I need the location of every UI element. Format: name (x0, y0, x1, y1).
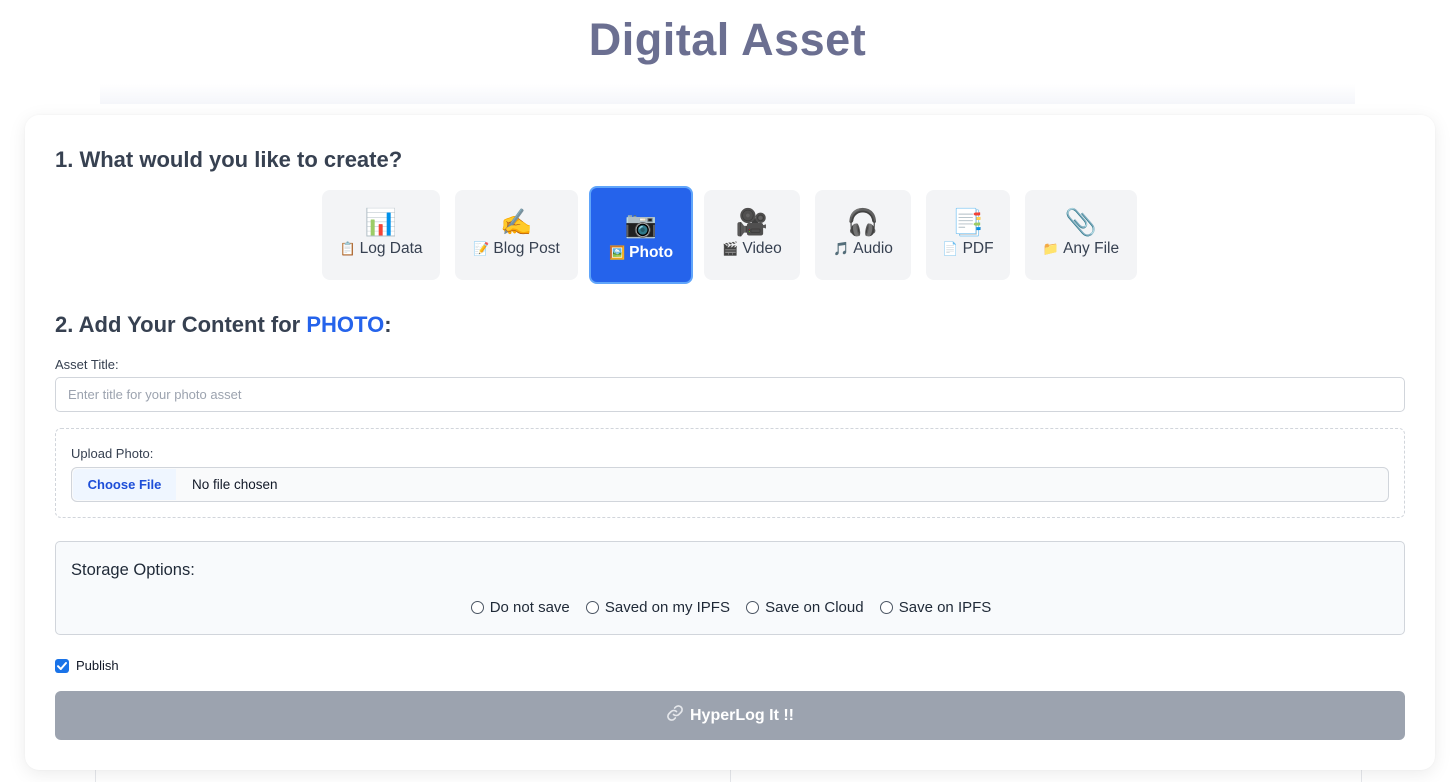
type-button-any-file[interactable]: 📎 📁 Any File (1025, 190, 1137, 280)
clapper-board-icon: 🎬 (722, 241, 739, 256)
choose-file-button[interactable]: Choose File (73, 469, 176, 500)
publish-checkbox[interactable] (55, 659, 69, 673)
radio-do-not-save[interactable]: Do not save (470, 598, 570, 616)
paperclip-icon: 📎 (1064, 207, 1098, 237)
file-input[interactable]: Choose File No file chosen (71, 467, 1389, 502)
type-label-row: 📋 Log Data (322, 240, 440, 258)
radio-label: Saved on my IPFS (604, 598, 730, 616)
publish-option[interactable]: Publish (55, 658, 119, 673)
memo-icon: 📝 (473, 241, 490, 256)
type-label-row: 📝 Blog Post (455, 240, 578, 258)
type-label-row: 🖼️ Photo (591, 244, 691, 262)
step2-heading-suffix: : (384, 312, 392, 337)
page-icon: 📄 (942, 241, 959, 256)
type-button-log-data[interactable]: 📊 📋 Log Data (322, 190, 440, 280)
step2-heading-prefix: 2. Add Your Content for (55, 312, 307, 337)
storage-options-panel: Storage Options: Do not save Saved on my… (55, 541, 1405, 635)
storage-radio-group: Do not save Saved on my IPFS Save on Clo… (56, 598, 1406, 616)
asset-form-card: 1. What would you like to create? 📊 📋 Log… (25, 115, 1435, 770)
file-status: No file chosen (192, 477, 278, 492)
video-camera-icon: 🎥 (735, 207, 769, 237)
bar-chart-icon: 📊 (364, 207, 398, 237)
title-underglow (100, 84, 1355, 104)
type-label: Log Data (359, 240, 423, 257)
page-title: Digital Asset (588, 14, 867, 65)
type-label-row: 📄 PDF (926, 240, 1010, 258)
step1-heading: 1. What would you like to create? (55, 147, 403, 172)
type-button-photo[interactable]: 📷 🖼️ Photo (589, 186, 693, 284)
radio-button[interactable] (879, 600, 893, 614)
radio-label: Do not save (489, 598, 570, 616)
radio-save-on-cloud[interactable]: Save on Cloud (746, 598, 864, 616)
storage-options-title: Storage Options: (71, 561, 195, 579)
type-label: Blog Post (493, 240, 560, 257)
bookmark-tabs-icon: 📑 (951, 207, 985, 237)
asset-title-label: Asset Title: (55, 357, 119, 372)
type-label-row: 🎬 Video (704, 240, 800, 258)
radio-button[interactable] (585, 600, 599, 614)
music-note-icon: 🎵 (833, 241, 850, 256)
type-label-row: 🎵 Audio (815, 240, 911, 258)
radio-button[interactable] (746, 600, 760, 614)
type-label: Any File (1063, 240, 1120, 257)
step2-heading: 2. Add Your Content for PHOTO: (55, 312, 392, 338)
radio-saved-on-my-ipfs[interactable]: Saved on my IPFS (585, 598, 730, 616)
picture-icon: 🖼️ (608, 245, 626, 260)
camera-icon: 📷 (624, 209, 658, 239)
radio-label: Save on IPFS (898, 598, 992, 616)
type-button-blog-post[interactable]: ✍️ 📝 Blog Post (455, 190, 578, 280)
folder-icon: 📁 (1042, 241, 1060, 256)
type-button-pdf[interactable]: 📑 📄 PDF (926, 190, 1010, 280)
type-label: PDF (962, 240, 994, 257)
clipboard-icon: 📋 (339, 241, 356, 256)
checkmark-icon (57, 662, 67, 670)
type-label: Photo (629, 244, 674, 261)
radio-save-on-ipfs[interactable]: Save on IPFS (879, 598, 992, 616)
type-button-video[interactable]: 🎥 🎬 Video (704, 190, 800, 280)
radio-label: Save on Cloud (765, 598, 864, 616)
asset-title-input[interactable] (55, 377, 1405, 412)
publish-label: Publish (76, 658, 119, 673)
hyperlog-submit-button[interactable]: HyperLog It !! (55, 691, 1405, 740)
upload-dropzone: Upload Photo: Choose File No file chosen (55, 428, 1405, 518)
link-icon (666, 693, 684, 742)
type-label: Video (742, 240, 782, 257)
radio-button[interactable] (470, 600, 484, 614)
upload-label: Upload Photo: (71, 446, 154, 461)
page: Digital Asset 1. What would you like to … (0, 0, 1455, 782)
writing-hand-icon: ✍️ (500, 207, 533, 237)
submit-label: HyperLog It !! (690, 707, 794, 724)
type-label: Audio (853, 240, 893, 257)
type-button-audio[interactable]: 🎧 🎵 Audio (815, 190, 911, 280)
headphones-icon: 🎧 (846, 207, 880, 237)
type-label-row: 📁 Any File (1025, 240, 1137, 258)
step2-heading-type: PHOTO (306, 312, 385, 337)
